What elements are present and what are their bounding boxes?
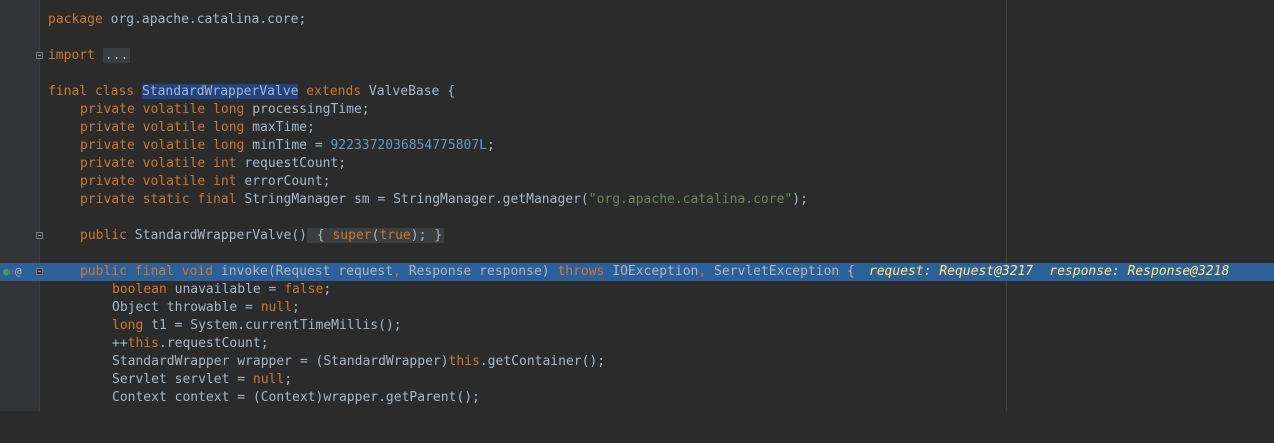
fold-expand-icon[interactable] <box>36 232 43 239</box>
keyword: class <box>87 84 142 99</box>
code-line-field[interactable]: private volatile int requestCount; <box>0 155 1274 173</box>
keyword: true <box>379 228 411 243</box>
code-line-body[interactable]: Context context = (Context)wrapper.getPa… <box>0 389 1274 407</box>
code-lines[interactable]: package org.apache.catalina.core; import… <box>0 11 1274 407</box>
code-text: ServletException { <box>714 264 855 279</box>
code-line-body[interactable]: long t1 = System.currentTimeMillis(); <box>0 317 1274 335</box>
gutter-icons: ●↑@ <box>3 263 22 282</box>
code-text: minTime = <box>244 138 331 153</box>
code-line-package[interactable]: package org.apache.catalina.core; <box>0 11 1274 29</box>
keyword: private static final <box>80 192 237 207</box>
execution-point-icon[interactable]: ● <box>3 265 10 278</box>
keyword: import <box>48 48 95 63</box>
code-text: errorCount; <box>236 174 331 189</box>
keyword: public <box>80 228 127 243</box>
keyword: package <box>48 12 103 27</box>
keyword: private volatile long <box>80 120 245 135</box>
keyword: this <box>448 354 480 369</box>
code-line-field[interactable]: private volatile long processingTime; <box>0 101 1274 119</box>
keyword: private volatile long <box>80 102 245 117</box>
code-text: ; <box>487 138 495 153</box>
code-text: StandardWrapper wrapper = (StandardWrapp… <box>112 354 449 369</box>
code-text: requestCount; <box>236 156 347 171</box>
keyword: long <box>112 318 144 333</box>
keyword: private volatile int <box>80 174 237 189</box>
keyword: extends <box>298 84 362 99</box>
code-line-body[interactable]: Object throwable = null; <box>0 299 1274 317</box>
code-line-field[interactable]: private static final StringManager sm = … <box>0 191 1274 209</box>
class-name[interactable]: StandardWrapperValve <box>141 84 299 99</box>
code-line-body[interactable]: boolean unavailable = false; <box>0 281 1274 299</box>
keyword: this <box>127 336 159 351</box>
code-text: unavailable = <box>166 282 285 297</box>
code-text: ; <box>323 282 332 297</box>
keyword: private volatile long <box>80 138 245 153</box>
number-literal: 9223372036854775807L <box>330 138 488 153</box>
code-text: ; <box>292 300 300 315</box>
code-line-field[interactable]: private volatile long minTime = 92233720… <box>0 137 1274 155</box>
keyword: private volatile int <box>80 156 237 171</box>
code-line-import[interactable]: import ... <box>0 47 1274 65</box>
folded-body[interactable]: { super(true); } <box>306 228 445 243</box>
code-text: StringManager sm = StringManager.getMana… <box>236 192 589 207</box>
code-text: processingTime; <box>244 102 370 117</box>
code-text: Servlet servlet = <box>112 372 253 387</box>
code-editor[interactable]: package org.apache.catalina.core; import… <box>0 0 1274 411</box>
code-text: ++ <box>112 336 128 351</box>
code-text: ); <box>410 228 427 243</box>
code-text: { <box>308 228 333 243</box>
keyword: null <box>252 372 285 387</box>
keyword: boolean <box>112 282 167 297</box>
code-line-class-declaration[interactable]: final class StandardWrapperValve extends… <box>0 83 1274 101</box>
code-text: } <box>426 228 443 243</box>
inline-debug-value: response: Response@3218 <box>1049 264 1230 279</box>
keyword: null <box>260 300 293 315</box>
code-text: Object throwable = <box>112 300 261 315</box>
at-icon[interactable]: @ <box>15 265 22 278</box>
code-line-field[interactable]: private volatile int errorCount; <box>0 173 1274 191</box>
code-text: ValveBase { <box>361 84 456 99</box>
keyword: final <box>48 84 88 99</box>
string-literal: "org.apache.catalina.core" <box>588 192 793 207</box>
fold-collapse-icon[interactable] <box>36 268 43 275</box>
code-line-field[interactable]: private volatile long maxTime; <box>0 119 1274 137</box>
punctuation: , <box>393 264 409 279</box>
punctuation: , <box>698 264 714 279</box>
code-text: Context context = (Context)wrapper.getPa… <box>112 390 480 405</box>
code-text: .getContainer(); <box>479 354 606 369</box>
package-name: org.apache.catalina.core; <box>102 12 307 27</box>
code-text: invoke(Request request <box>213 264 394 279</box>
code-text: ); <box>792 192 808 207</box>
code-text: maxTime; <box>244 120 315 135</box>
code-text: IOException <box>604 264 699 279</box>
code-text: .requestCount; <box>158 336 269 351</box>
code-text: StandardWrapperValve() <box>126 228 307 243</box>
keyword: throws <box>549 264 605 279</box>
keyword: false <box>284 282 324 297</box>
fold-expand-icon[interactable] <box>36 52 43 59</box>
folded-imports[interactable]: ... <box>102 48 131 63</box>
code-text: ; <box>284 372 293 387</box>
code-text: Response response) <box>408 264 550 279</box>
code-line-body[interactable]: Servlet servlet = null; <box>0 371 1274 389</box>
code-text: t1 = System.currentTimeMillis(); <box>143 318 402 333</box>
keyword: public final void <box>80 264 214 279</box>
keyword: super <box>332 228 372 243</box>
code-line-body[interactable]: ++this.requestCount; <box>0 335 1274 353</box>
code-line-current-execution[interactable]: ●↑@ public final void invoke(Request req… <box>0 263 1274 281</box>
inline-debug-value: request: Request@3217 <box>868 264 1034 279</box>
code-line-constructor[interactable]: public StandardWrapperValve() { super(tr… <box>0 227 1274 245</box>
code-line-body[interactable]: StandardWrapper wrapper = (StandardWrapp… <box>0 353 1274 371</box>
